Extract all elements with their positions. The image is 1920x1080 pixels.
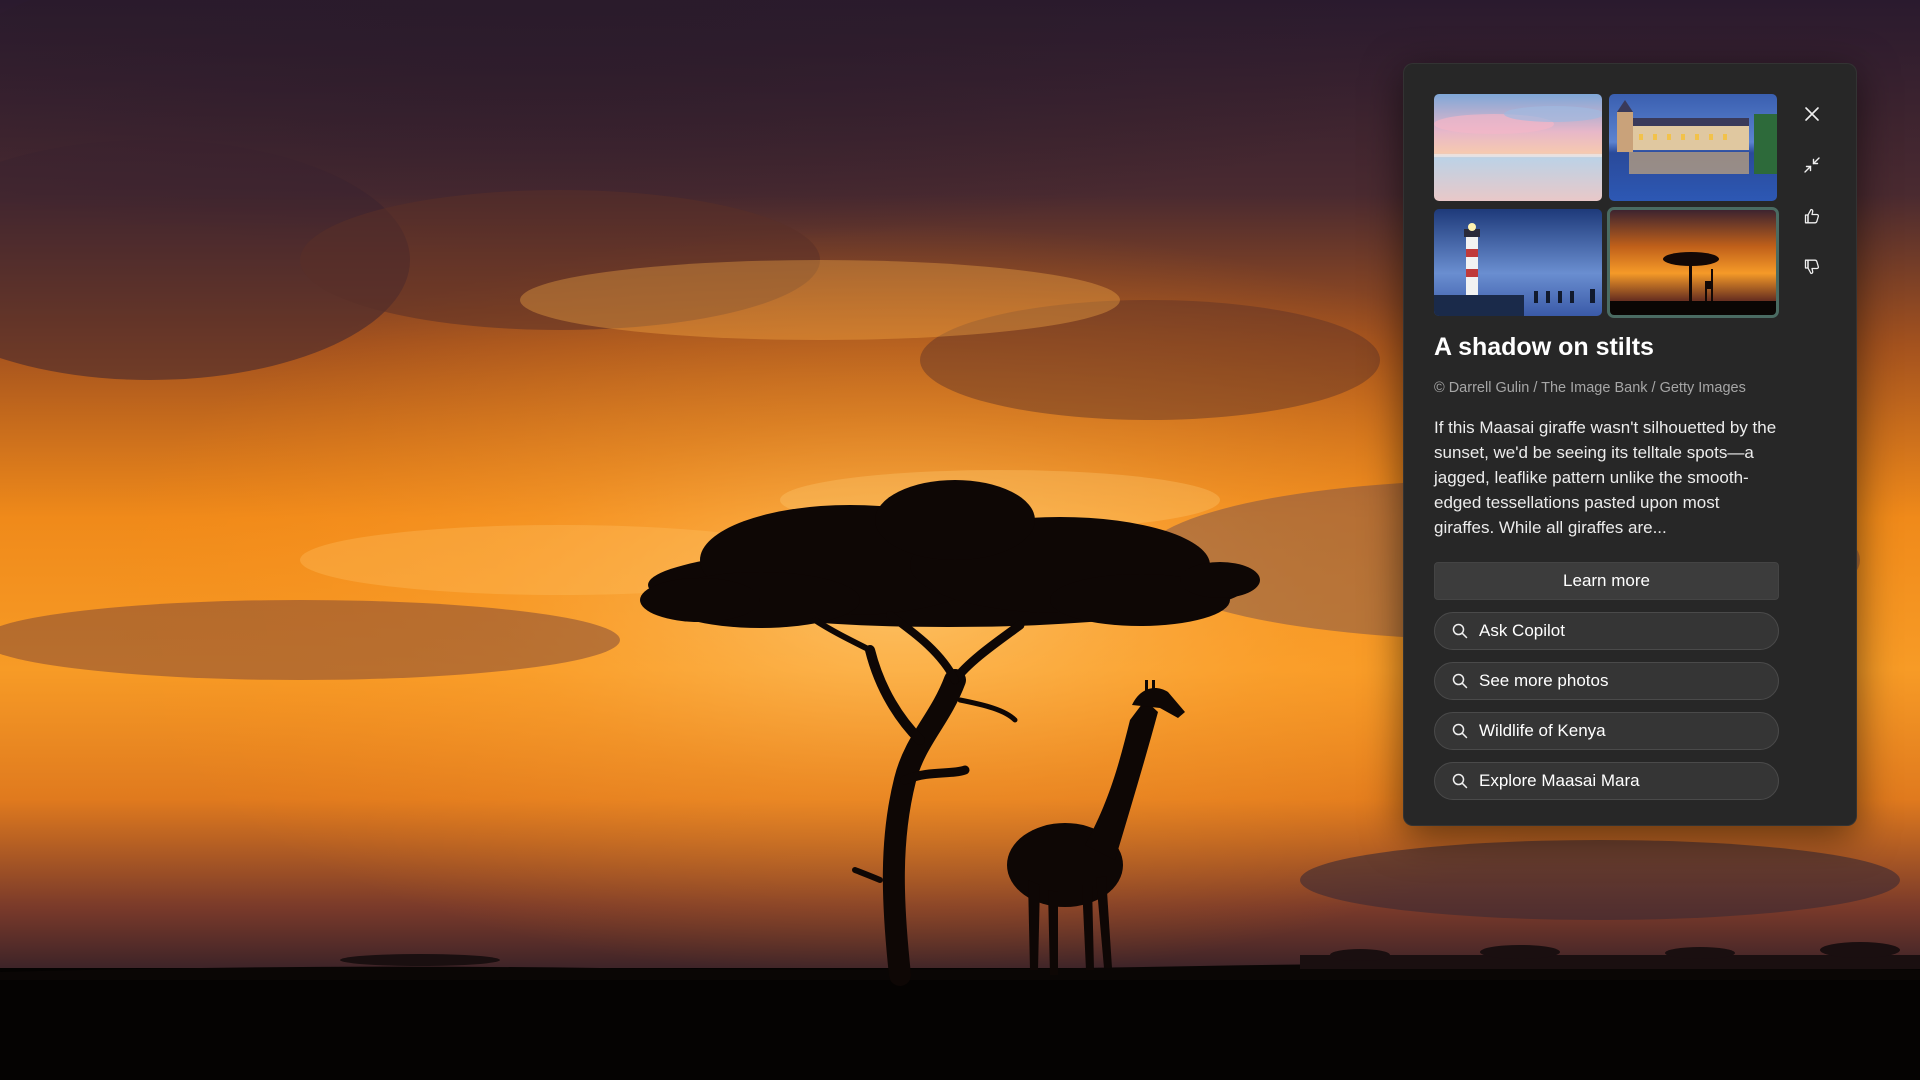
image-credit: © Darrell Gulin / The Image Bank / Getty…: [1434, 380, 1746, 396]
search-suggestions: Ask Copilot See more photos Wildlife of …: [1434, 612, 1779, 812]
query-label: Explore Maasai Mara: [1479, 771, 1640, 790]
thumbnail-lighthouse-dusk[interactable]: [1434, 209, 1602, 316]
learn-more-button[interactable]: Learn more: [1434, 562, 1779, 600]
panel-actions: [1796, 98, 1828, 302]
close-icon[interactable]: [1796, 98, 1828, 130]
search-icon: [1451, 622, 1469, 640]
thumbs-down-icon[interactable]: [1796, 251, 1828, 283]
query-see-more-photos[interactable]: See more photos: [1434, 662, 1779, 700]
query-explore-maasai-mara[interactable]: Explore Maasai Mara: [1434, 762, 1779, 800]
query-label: Wildlife of Kenya: [1479, 721, 1606, 740]
thumbnail-chateau-reflection[interactable]: [1609, 94, 1777, 201]
image-title: A shadow on stilts: [1434, 333, 1654, 361]
image-description: If this Maasai giraffe wasn't silhouette…: [1434, 418, 1777, 537]
thumbs-up-icon[interactable]: [1796, 200, 1828, 232]
query-wildlife-of-kenya[interactable]: Wildlife of Kenya: [1434, 712, 1779, 750]
spotlight-panel: A shadow on stilts © Darrell Gulin / The…: [1403, 63, 1857, 826]
thumbnail-grid: [1434, 94, 1779, 318]
query-label: Ask Copilot: [1479, 621, 1565, 640]
search-icon: [1451, 772, 1469, 790]
search-icon: [1451, 672, 1469, 690]
query-label: See more photos: [1479, 671, 1609, 690]
search-icon: [1451, 722, 1469, 740]
thumbnail-pastel-sea-sunset[interactable]: [1434, 94, 1602, 201]
thumbnail-giraffe-acacia-sunset[interactable]: [1607, 207, 1779, 318]
minimize-icon[interactable]: [1796, 149, 1828, 181]
query-ask-copilot[interactable]: Ask Copilot: [1434, 612, 1779, 650]
